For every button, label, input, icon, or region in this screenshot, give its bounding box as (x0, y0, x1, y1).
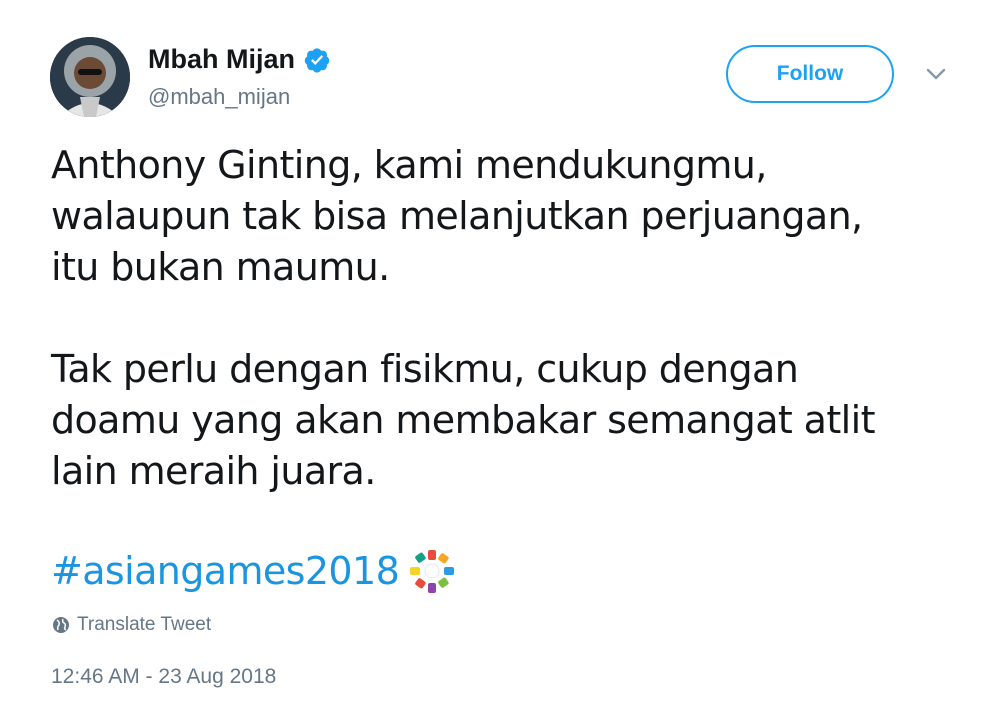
author-display-name[interactable]: Mbah Mijan (148, 44, 295, 75)
hashtag-link[interactable]: #asiangames2018 (51, 549, 400, 593)
avatar[interactable] (50, 37, 130, 117)
verified-badge-icon (303, 46, 331, 74)
translate-tweet-link[interactable]: Translate Tweet (51, 614, 211, 636)
tweet-text: Anthony Ginting, kami mendukungmu, walau… (51, 143, 875, 493)
asian-games-logo-icon (407, 546, 457, 596)
author-handle[interactable]: @mbah_mijan (148, 84, 290, 110)
translate-tweet-label: Translate Tweet (77, 614, 212, 635)
follow-button[interactable]: Follow (726, 45, 894, 103)
globe-icon (51, 615, 71, 635)
author-name-row: Mbah Mijan (148, 44, 331, 75)
hashtag-row: #asiangames2018 (51, 546, 457, 596)
avatar-image (50, 37, 130, 117)
tweet-timestamp[interactable]: 12:46 AM - 23 Aug 2018 (51, 665, 276, 689)
chevron-down-icon[interactable] (924, 66, 948, 82)
